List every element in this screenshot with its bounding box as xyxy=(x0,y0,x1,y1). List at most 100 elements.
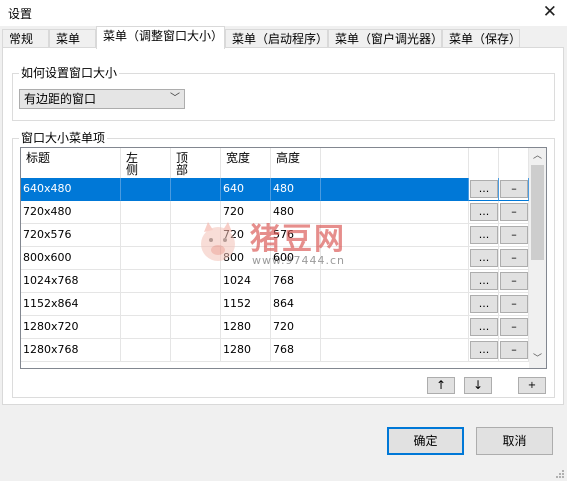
table-row[interactable]: 720x576 720 576... – xyxy=(21,224,529,247)
scroll-up-icon[interactable]: ︿ xyxy=(529,148,546,165)
close-icon[interactable]: ✕ xyxy=(543,2,557,22)
tab-menu-resize[interactable]: 菜单（调整窗口大小） xyxy=(96,26,225,49)
cell-top xyxy=(171,293,221,316)
col-width[interactable]: 宽度 xyxy=(221,148,271,178)
cell-spacer xyxy=(321,224,469,247)
window-title: 设置 xyxy=(8,7,33,21)
col-spacer xyxy=(321,148,469,178)
ok-button[interactable]: 确定 xyxy=(387,427,464,455)
remove-item-button[interactable]: – xyxy=(500,203,528,221)
col-top[interactable]: 顶 部 xyxy=(171,148,221,178)
table-row[interactable]: 800x600 800 600... – xyxy=(21,247,529,270)
cell-top xyxy=(171,178,221,201)
cell-remove: – xyxy=(499,201,529,224)
cell-spacer xyxy=(321,316,469,339)
remove-item-button[interactable]: – xyxy=(500,249,528,267)
edit-item-button[interactable]: ... xyxy=(470,295,498,313)
tab-menu-dimmer[interactable]: 菜单（窗户调光器） xyxy=(328,29,443,47)
title-bar: 设置 ✕ xyxy=(0,0,567,26)
cell-top xyxy=(171,339,221,362)
scrollbar-thumb[interactable] xyxy=(531,165,544,260)
cell-remove: – xyxy=(499,339,529,362)
cell-title: 720x576 xyxy=(21,224,121,247)
remove-item-button[interactable]: – xyxy=(500,226,528,244)
cell-remove: – xyxy=(499,316,529,339)
table-row[interactable]: 720x480 720 480... – xyxy=(21,201,529,224)
cell-height: 720 xyxy=(271,316,321,339)
cell-edit: ... xyxy=(469,178,499,201)
arrow-up-icon: ↑ xyxy=(435,378,447,392)
cell-remove: – xyxy=(499,224,529,247)
move-down-button[interactable]: ↓ xyxy=(464,377,492,394)
cell-height: 768 xyxy=(271,270,321,293)
cell-left xyxy=(121,201,171,224)
plus-icon: + xyxy=(527,380,537,391)
edit-item-button[interactable]: ... xyxy=(470,272,498,290)
add-item-button[interactable]: + xyxy=(518,377,546,394)
list-header: 标题 左 侧 顶 部 宽度 高度 xyxy=(21,148,529,178)
cell-left xyxy=(121,247,171,270)
remove-item-button[interactable]: – xyxy=(500,318,528,336)
col-remove xyxy=(499,148,529,178)
cell-title: 720x480 xyxy=(21,201,121,224)
edit-item-button[interactable]: ... xyxy=(470,318,498,336)
col-left[interactable]: 左 侧 xyxy=(121,148,171,178)
menu-items-list[interactable]: 标题 左 侧 顶 部 宽度 高度 640x480 640 480... –720x48… xyxy=(20,147,547,369)
remove-item-button[interactable]: – xyxy=(500,295,528,313)
cell-left xyxy=(121,270,171,293)
cell-width: 1024 xyxy=(221,270,271,293)
cell-left xyxy=(121,316,171,339)
table-row[interactable]: 1280x768 1280 768... – xyxy=(21,339,529,362)
cancel-button[interactable]: 取消 xyxy=(476,427,553,455)
remove-item-button[interactable]: – xyxy=(500,180,528,198)
scroll-down-icon[interactable]: ﹀ xyxy=(529,351,546,368)
edit-item-button[interactable]: ... xyxy=(470,203,498,221)
table-row[interactable]: 1152x864 1152 864... – xyxy=(21,293,529,316)
edit-item-button[interactable]: ... xyxy=(470,226,498,244)
cell-width: 800 xyxy=(221,247,271,270)
tab-menu-save[interactable]: 菜单（保存） xyxy=(442,29,521,47)
remove-item-button[interactable]: – xyxy=(500,272,528,290)
cell-height: 576 xyxy=(271,224,321,247)
cell-edit: ... xyxy=(469,201,499,224)
chevron-down-icon: ﹀ xyxy=(170,93,180,104)
resize-grip-icon[interactable] xyxy=(555,469,565,479)
cell-edit: ... xyxy=(469,293,499,316)
sizing-mode-combo[interactable]: 有边距的窗口 ﹀ xyxy=(19,89,185,109)
cell-remove: – xyxy=(499,293,529,316)
cell-title: 800x600 xyxy=(21,247,121,270)
cell-top xyxy=(171,201,221,224)
table-row[interactable]: 1024x768 1024 768... – xyxy=(21,270,529,293)
cell-spacer xyxy=(321,293,469,316)
cell-width: 720 xyxy=(221,201,271,224)
table-row[interactable]: 1280x720 1280 720... – xyxy=(21,316,529,339)
col-title[interactable]: 标题 xyxy=(21,148,121,178)
cell-top xyxy=(171,224,221,247)
tab-general[interactable]: 常规 xyxy=(2,29,49,47)
edit-item-button[interactable]: ... xyxy=(470,180,498,198)
cell-title: 1280x720 xyxy=(21,316,121,339)
edit-item-button[interactable]: ... xyxy=(470,249,498,267)
remove-item-button[interactable]: – xyxy=(500,341,528,359)
edit-item-button[interactable]: ... xyxy=(470,341,498,359)
cell-spacer xyxy=(321,270,469,293)
cell-left xyxy=(121,178,171,201)
sizing-group-label: 如何设置窗口大小 xyxy=(19,66,120,80)
cell-edit: ... xyxy=(469,316,499,339)
tab-menu-launch[interactable]: 菜单（启动程序） xyxy=(225,29,328,47)
cell-spacer xyxy=(321,247,469,270)
tab-menu[interactable]: 菜单 xyxy=(49,29,96,47)
vertical-scrollbar[interactable]: ︿ ﹀ xyxy=(529,148,546,368)
cell-width: 720 xyxy=(221,224,271,247)
tab-strip: 常规 菜单 菜单（调整窗口大小） 菜单（启动程序） 菜单（窗户调光器） 菜单（保… xyxy=(0,26,567,49)
move-up-button[interactable]: ↑ xyxy=(427,377,455,394)
cell-spacer xyxy=(321,339,469,362)
cell-edit: ... xyxy=(469,224,499,247)
cell-height: 600 xyxy=(271,247,321,270)
cell-title: 1024x768 xyxy=(21,270,121,293)
cell-edit: ... xyxy=(469,247,499,270)
col-height[interactable]: 高度 xyxy=(271,148,321,178)
cell-spacer xyxy=(321,178,469,201)
cell-width: 1280 xyxy=(221,316,271,339)
table-row[interactable]: 640x480 640 480... – xyxy=(21,178,529,201)
